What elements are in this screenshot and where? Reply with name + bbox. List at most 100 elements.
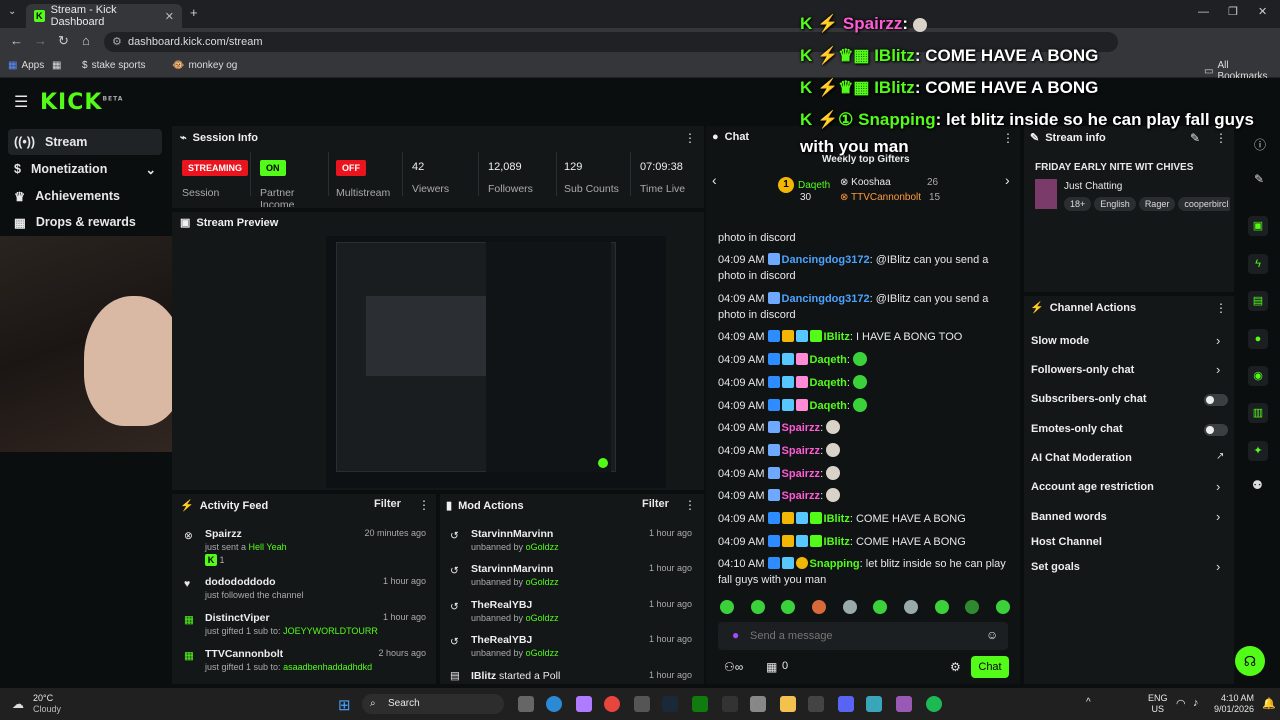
gifters-next-icon[interactable]: › [1005,172,1010,188]
chat-send-button[interactable]: Chat [971,656,1009,678]
sidebar-item-drops[interactable]: ▦ Drops & rewards [8,209,162,235]
epic-icon[interactable] [722,696,738,712]
microphone-icon[interactable]: ● [732,628,739,642]
emote-icon[interactable] [781,600,796,614]
activity-target[interactable]: asaadbenhaddadhdkd [283,662,372,672]
kick-logo[interactable]: KICKBETA [40,90,123,115]
settings-icon[interactable] [750,696,766,712]
category-name[interactable]: Just Chatting [1064,181,1122,192]
chat-user[interactable]: Snapping [810,558,860,570]
volume-icon[interactable]: ♪ [1193,697,1199,709]
browser-tab[interactable]: K Stream - Kick Dashboard ✕ [26,4,182,28]
activity-more-icon[interactable]: ⋮ [418,498,430,512]
chat-user[interactable]: Daqeth [810,377,847,389]
gifter-1[interactable]: 1 Daqeth [778,177,830,193]
app-icon[interactable] [896,696,912,712]
help-support-button[interactable]: ☊ [1235,646,1265,676]
close-window-icon[interactable]: ✕ [1258,5,1267,18]
chat-user[interactable]: Dancingdog3172 [782,293,870,305]
language-indicator[interactable]: ENG US [1148,693,1168,715]
weather-icon[interactable]: ☁ [12,697,24,711]
chat-input[interactable] [750,626,980,646]
layout-icon[interactable]: ▥ [1248,403,1268,423]
emote-icon[interactable] [873,600,888,614]
set-goals-action[interactable]: Set goals [1031,561,1080,573]
subscribers-only-toggle[interactable] [1204,394,1228,406]
chevron-right-icon[interactable]: › [1216,362,1220,377]
stream-preview-video[interactable] [326,236,666,488]
bookmark-stake[interactable]: $ stake sports [82,60,145,71]
broadcast-icon[interactable]: ◉ [1248,366,1268,386]
sidebar-item-monetization[interactable]: $ Monetization ⌄ [8,156,162,182]
tab-search-icon[interactable]: ⌄ [8,6,16,17]
emoji-picker-icon[interactable]: ☺ [986,628,998,642]
mod-by[interactable]: oGoldzz [526,613,559,623]
channel-actions-more-icon[interactable]: ⋮ [1215,301,1227,315]
chat-user[interactable]: Spairzz [782,422,821,434]
tag[interactable]: Rager [1138,197,1176,211]
clock[interactable]: 4:10 AM 9/01/2026 [1214,693,1254,715]
gifter-3[interactable]: ⊗ TTVCannonbolt [840,192,921,203]
sidebar-item-stream[interactable]: ((•)) Stream [8,129,162,155]
tag[interactable]: English [1094,197,1136,211]
banned-words-action[interactable]: Banned words [1031,511,1107,523]
bolt-icon[interactable]: ϟ [1248,254,1268,274]
chat-input-box[interactable]: ● ☺ [718,622,1008,650]
chat-user[interactable]: Spairzz [782,490,821,502]
edge-icon[interactable] [546,696,562,712]
chevron-right-icon[interactable]: › [1216,559,1220,574]
emote-icon[interactable] [842,600,857,614]
chat-icon[interactable]: ● [1248,329,1268,349]
users-icon[interactable]: ⚇∞ [724,660,743,674]
emote-icon[interactable] [750,600,765,614]
moderation-icon[interactable]: ⚉ [1252,478,1263,492]
tray-chevron-icon[interactable]: ^ [1086,697,1091,708]
forward-icon[interactable]: → [34,33,47,48]
app-icon[interactable] [866,696,882,712]
tag[interactable]: 18+ [1064,197,1092,211]
site-info-icon[interactable]: ⚙ [112,32,122,52]
clip-icon[interactable]: ▣ [1248,216,1268,236]
new-tab-icon[interactable]: + [190,5,198,20]
home-icon[interactable]: ⌂ [82,33,90,48]
bookmark-grid[interactable]: ▦ [52,60,61,71]
chat-settings-icon[interactable]: ⚙ [950,660,961,674]
mod-user[interactable]: IBlitz [471,670,496,682]
chevron-right-icon[interactable]: › [1216,479,1220,494]
task-view-icon[interactable] [518,696,534,712]
tools-icon[interactable]: ✦ [1248,441,1268,461]
chat-user[interactable]: IBlitz [824,331,850,343]
mod-more-icon[interactable]: ⋮ [684,498,696,512]
xbox-icon[interactable] [692,696,708,712]
chat-user[interactable]: Dancingdog3172 [782,254,870,266]
pencil-icon[interactable]: ✎ [1254,172,1264,186]
followers-only-action[interactable]: Followers-only chat [1031,364,1134,376]
host-channel-action[interactable]: Host Channel [1031,536,1102,548]
emote-icon[interactable] [995,600,1010,614]
slow-mode-action[interactable]: Slow mode [1031,335,1089,347]
reload-icon[interactable]: ↻ [58,33,69,49]
file-explorer-icon[interactable] [780,696,796,712]
mod-by[interactable]: oGoldzz [526,648,559,658]
chat-user[interactable]: IBlitz [824,513,850,525]
activity-target[interactable]: JOEYYWORLDTOURR [283,626,378,636]
bookmark-apps[interactable]: ▦ Apps [8,60,44,71]
chrome-icon[interactable] [604,696,620,712]
steam-icon[interactable] [662,696,678,712]
chevron-right-icon[interactable]: › [1216,509,1220,524]
tag[interactable]: cooperbircl [1178,197,1230,211]
edit-icon[interactable]: ✎ [1190,131,1200,145]
chat-more-icon[interactable]: ⋮ [1002,131,1014,145]
stream-info-more-icon[interactable]: ⋮ [1215,131,1227,145]
app-icon[interactable] [634,696,650,712]
activity-filter-button[interactable]: Filter [374,498,401,510]
taskbar-search[interactable]: ⌕ Search [362,694,504,714]
chevron-right-icon[interactable]: › [1216,333,1220,348]
minimize-icon[interactable]: — [1198,6,1209,18]
sidebar-item-achievements[interactable]: ♛ Achievements [8,183,162,209]
gift-box-icon[interactable]: ▦ [766,660,777,674]
chat-user[interactable]: Daqeth [810,400,847,412]
emote-icon[interactable] [811,600,826,614]
app-icon[interactable] [576,696,592,712]
external-link-icon[interactable]: ↗ [1216,451,1224,462]
